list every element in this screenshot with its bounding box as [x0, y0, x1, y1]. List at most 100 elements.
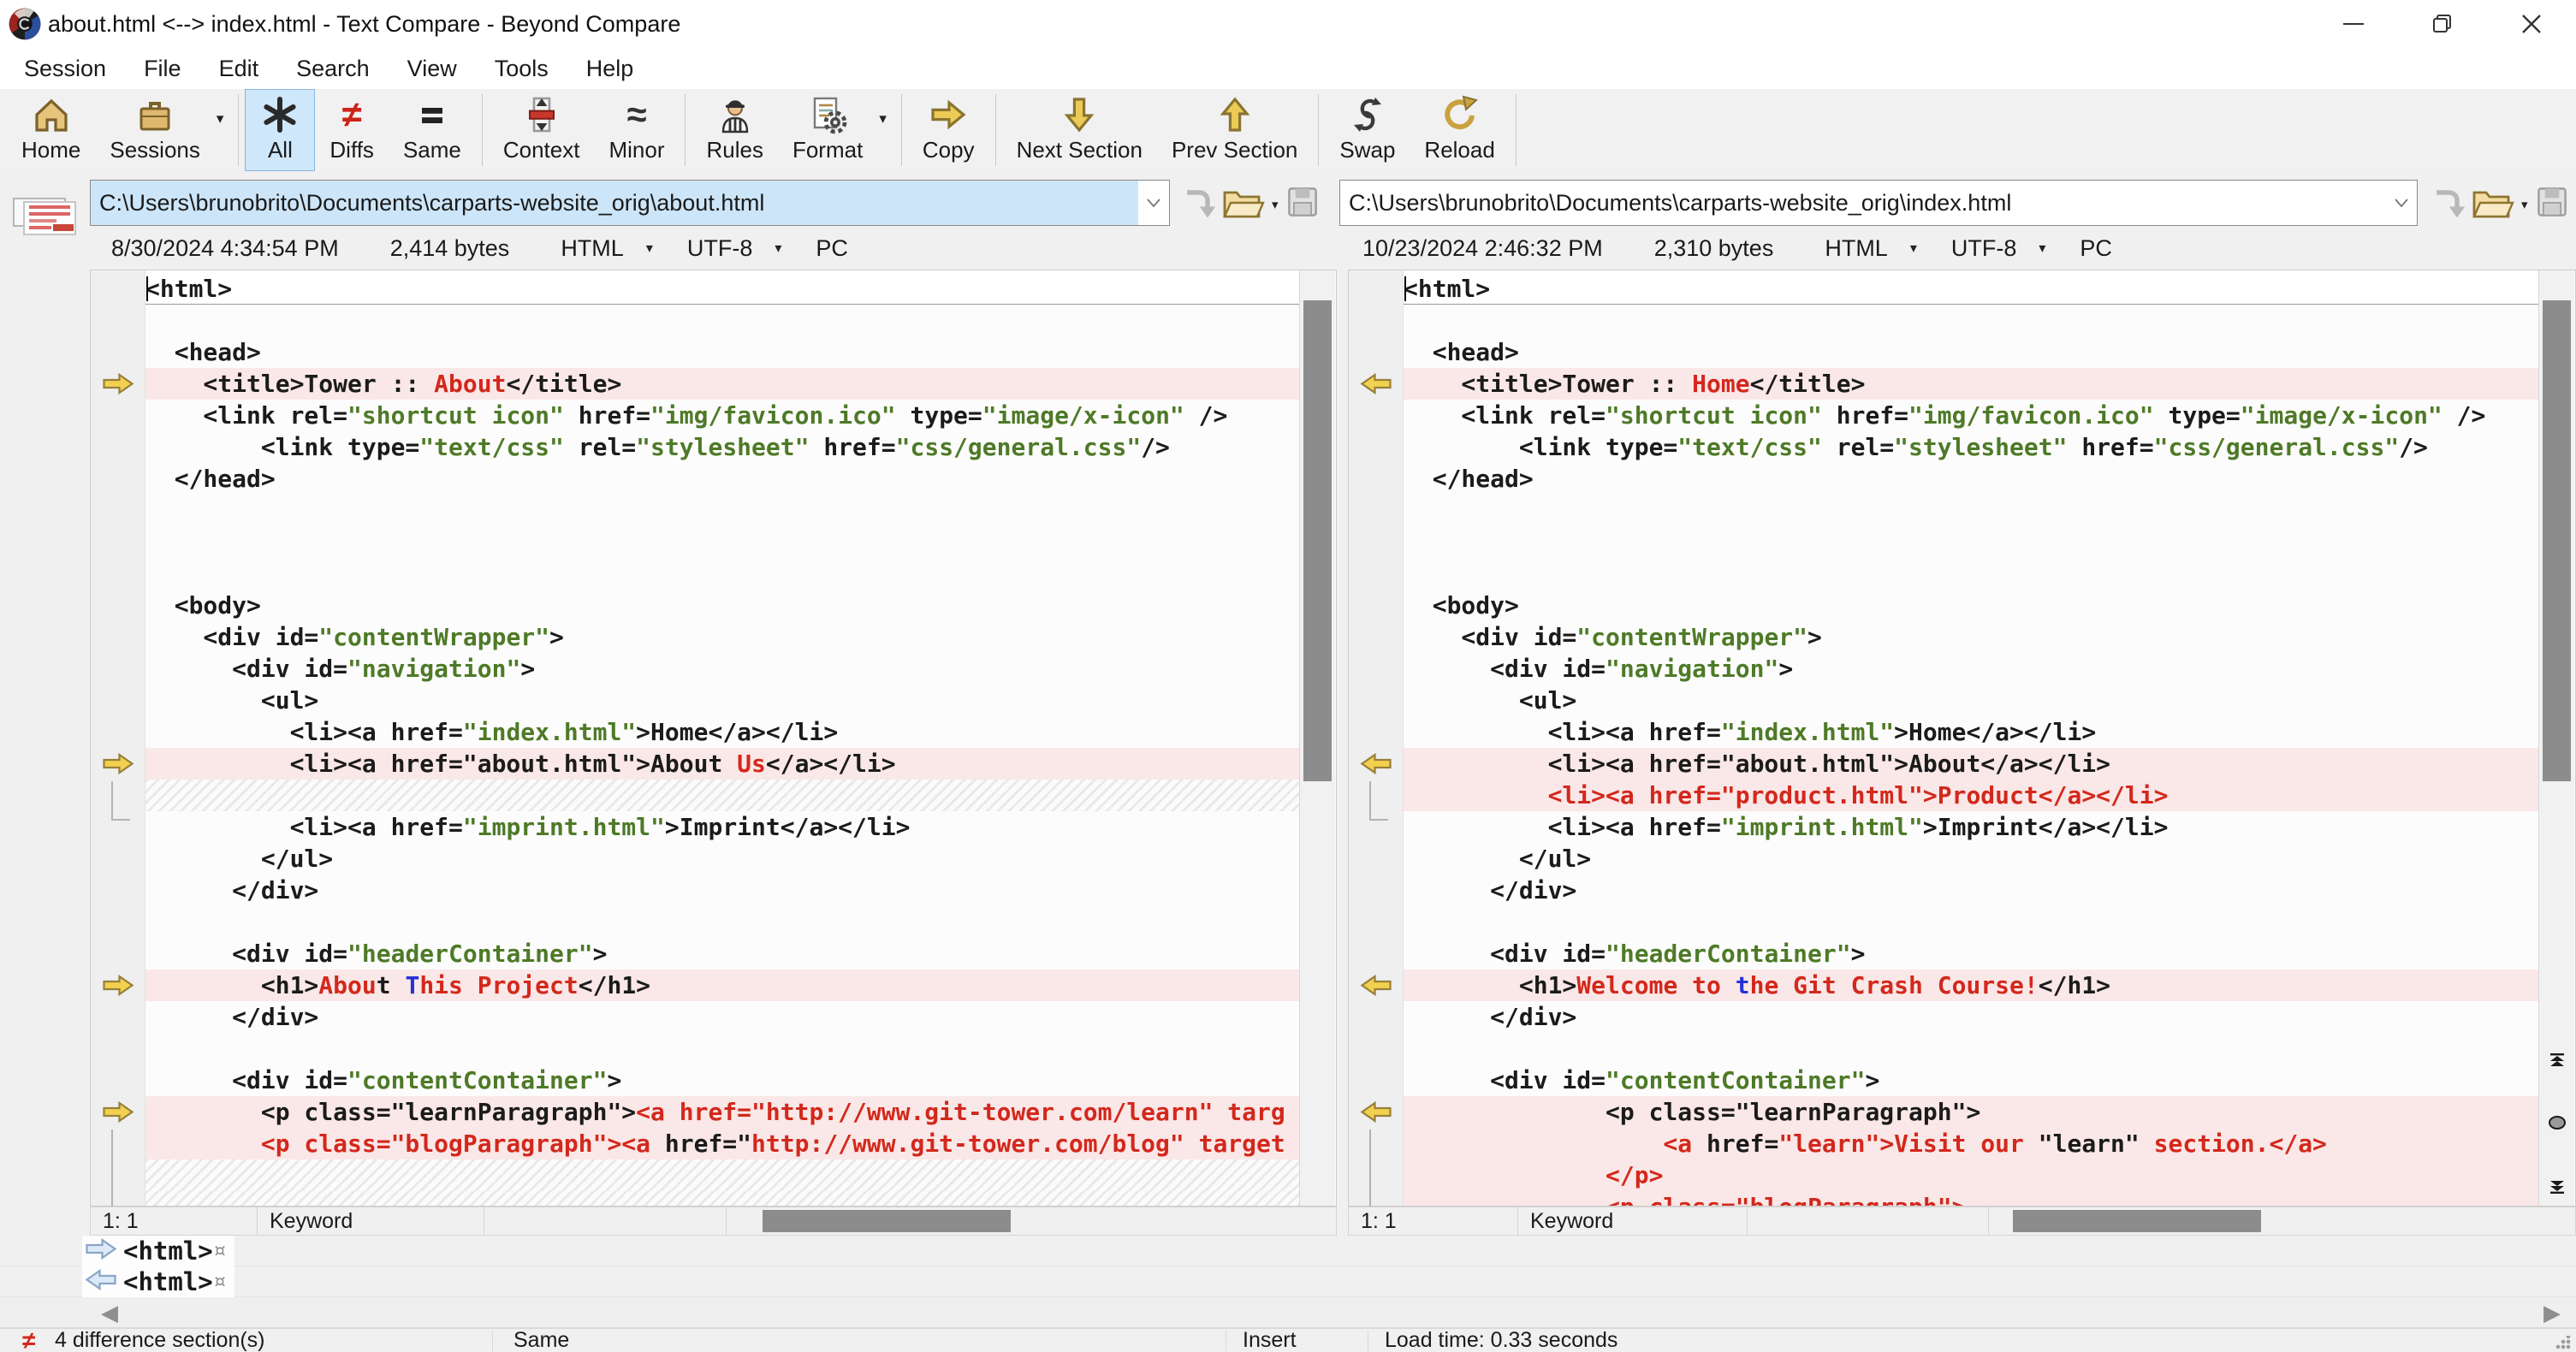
code-row[interactable]: </div>: [1404, 875, 2538, 906]
code-row[interactable]: <body>: [145, 590, 1299, 621]
code-row[interactable]: </head>: [1404, 463, 2538, 495]
code-row[interactable]: <link rel="shortcut icon" href="img/favi…: [1404, 400, 2538, 431]
scroll-right-icon[interactable]: ▶: [2543, 1302, 2562, 1324]
code-row[interactable]: <ul>: [1404, 685, 2538, 716]
copy-section-right-arrow-icon[interactable]: [101, 974, 135, 997]
first-difference-marker-icon[interactable]: [2545, 1051, 2569, 1070]
code-row[interactable]: <html>: [145, 273, 1299, 305]
right-file-format[interactable]: HTML: [1825, 235, 1888, 262]
browse-folder-icon[interactable]: [2472, 183, 2516, 225]
code-row[interactable]: <div id="contentWrapper">: [145, 621, 1299, 653]
code-row[interactable]: <div id="navigation">: [1404, 653, 2538, 685]
copy-section-left-arrow-icon[interactable]: [1359, 752, 1393, 775]
detail-hscrollbar[interactable]: ◀ ▶: [0, 1297, 2576, 1328]
code-row[interactable]: <link rel="shortcut icon" href="img/favi…: [145, 400, 1299, 431]
menu-item-search[interactable]: Search: [277, 48, 389, 89]
code-row[interactable]: <li><a href="index.html">Home</a></li>: [145, 716, 1299, 748]
code-row[interactable]: [145, 1033, 1299, 1064]
code-row[interactable]: [145, 526, 1299, 558]
alignment-gap-row[interactable]: [145, 780, 1299, 811]
code-row[interactable]: </div>: [145, 875, 1299, 906]
right-path-dropdown-icon[interactable]: [2386, 181, 2417, 225]
left-vscrollbar[interactable]: [1299, 270, 1335, 1206]
alignment-gap-row[interactable]: [145, 1191, 1299, 1206]
toolbar-swap-button[interactable]: Swap: [1325, 89, 1410, 171]
format-dropdown-icon[interactable]: ▾: [646, 240, 653, 257]
menu-item-session[interactable]: Session: [5, 48, 125, 89]
toolbar-dropdown-icon[interactable]: ▾: [877, 89, 895, 171]
code-row[interactable]: <html>: [1404, 273, 2538, 305]
code-row[interactable]: [1404, 526, 2538, 558]
code-row[interactable]: [145, 558, 1299, 590]
toolbar-next-section-button[interactable]: Next Section: [1002, 89, 1157, 171]
diff-code-row[interactable]: </p>: [1404, 1159, 2538, 1191]
toolbar-diffs-button[interactable]: ≠ Diffs: [315, 89, 389, 171]
code-row[interactable]: <div id="contentContainer">: [1404, 1064, 2538, 1096]
toolbar-home-button[interactable]: Home: [7, 89, 95, 171]
code-row[interactable]: [1404, 305, 2538, 336]
restore-button[interactable]: [2398, 0, 2487, 48]
toolbar-all-button[interactable]: All: [245, 89, 316, 171]
browse-folder-dropdown-icon[interactable]: ▾: [1272, 197, 1279, 212]
code-row[interactable]: </ul>: [145, 843, 1299, 875]
right-path-input[interactable]: C:\Users\brunobrito\Documents\carparts-w…: [1339, 180, 2418, 226]
code-row[interactable]: <li><a href="imprint.html">Imprint</a></…: [145, 811, 1299, 843]
browse-folder-dropdown-icon[interactable]: ▾: [2521, 197, 2528, 212]
code-row[interactable]: <ul>: [145, 685, 1299, 716]
diff-code-row[interactable]: <title>Tower :: About</title>: [145, 368, 1299, 400]
menu-item-file[interactable]: File: [125, 48, 200, 89]
copy-section-right-arrow-icon[interactable]: [101, 372, 135, 395]
resize-grip[interactable]: [2555, 1336, 2571, 1349]
code-row[interactable]: </ul>: [1404, 843, 2538, 875]
copy-section-right-arrow-icon[interactable]: [101, 1100, 135, 1124]
left-hscrollbar[interactable]: [727, 1207, 1336, 1235]
diff-code-row[interactable]: <p class="learnParagraph">: [1404, 1096, 2538, 1128]
code-row[interactable]: [1404, 906, 2538, 938]
left-hscrollbar-thumb[interactable]: [763, 1210, 1011, 1232]
left-vscrollbar-thumb[interactable]: [1303, 300, 1332, 781]
code-row[interactable]: <link type="text/css" rel="stylesheet" h…: [145, 431, 1299, 463]
left-path-input[interactable]: C:\Users\brunobrito\Documents\carparts-w…: [90, 180, 1170, 226]
left-code-area[interactable]: <html> <head> <title>Tower :: About</tit…: [145, 270, 1299, 1206]
right-hscrollbar[interactable]: [1989, 1207, 2575, 1235]
code-row[interactable]: <body>: [1404, 590, 2538, 621]
code-row[interactable]: <div id="headerContainer">: [145, 938, 1299, 970]
copy-section-right-arrow-icon[interactable]: [101, 752, 135, 775]
toolbar-dropdown-icon[interactable]: ▾: [215, 89, 233, 171]
code-row[interactable]: <li><a href="index.html">Home</a></li>: [1404, 716, 2538, 748]
toolbar-context-button[interactable]: Context: [489, 89, 595, 171]
open-parent-icon[interactable]: [1179, 183, 1217, 225]
right-code-area[interactable]: <html> <head> <title>Tower :: Home</titl…: [1404, 270, 2538, 1206]
toolbar-minor-button[interactable]: ≈ Minor: [594, 89, 679, 171]
close-button[interactable]: [2487, 0, 2576, 48]
right-vscrollbar[interactable]: [2538, 270, 2574, 1206]
right-vscrollbar-thumb[interactable]: [2543, 300, 2571, 781]
diff-code-row[interactable]: <li><a href="product.html">Product</a></…: [1404, 780, 2538, 811]
encoding-dropdown-icon[interactable]: ▾: [775, 240, 781, 257]
code-row[interactable]: [145, 305, 1299, 336]
diff-code-row[interactable]: <p class="learnParagraph"><a href="http:…: [145, 1096, 1299, 1128]
code-row[interactable]: [1404, 1033, 2538, 1064]
browse-folder-icon[interactable]: [1222, 183, 1267, 225]
menu-item-edit[interactable]: Edit: [200, 48, 278, 89]
diff-code-row[interactable]: <h1>About This Project</h1>: [145, 970, 1299, 1001]
diff-code-row[interactable]: <a href="learn">Visit our "learn" sectio…: [1404, 1128, 2538, 1159]
code-row[interactable]: </div>: [145, 1001, 1299, 1033]
toolbar-copy-button[interactable]: Copy: [908, 89, 989, 171]
minimize-button[interactable]: [2309, 0, 2398, 48]
code-row[interactable]: </div>: [1404, 1001, 2538, 1033]
diff-code-row[interactable]: <li><a href="about.html">About</a></li>: [1404, 748, 2538, 780]
toolbar-reload-button[interactable]: Reload: [1410, 89, 1509, 171]
toolbar-prev-section-button[interactable]: Prev Section: [1157, 89, 1312, 171]
toolbar-format-button[interactable]: Format: [778, 89, 877, 171]
diff-code-row[interactable]: <p class="blogParagraph">: [1404, 1191, 2538, 1206]
code-row[interactable]: <div id="contentWrapper">: [1404, 621, 2538, 653]
left-code-pane[interactable]: <html> <head> <title>Tower :: About</tit…: [90, 270, 1337, 1215]
right-code-pane[interactable]: <html> <head> <title>Tower :: Home</titl…: [1348, 270, 2576, 1215]
code-row[interactable]: <div id="headerContainer">: [1404, 938, 2538, 970]
code-row[interactable]: [1404, 495, 2538, 526]
code-row[interactable]: </head>: [145, 463, 1299, 495]
diff-code-row[interactable]: <h1>Welcome to the Git Crash Course!</h1…: [1404, 970, 2538, 1001]
code-row[interactable]: <head>: [1404, 336, 2538, 368]
save-file-icon[interactable]: [1284, 183, 1321, 225]
